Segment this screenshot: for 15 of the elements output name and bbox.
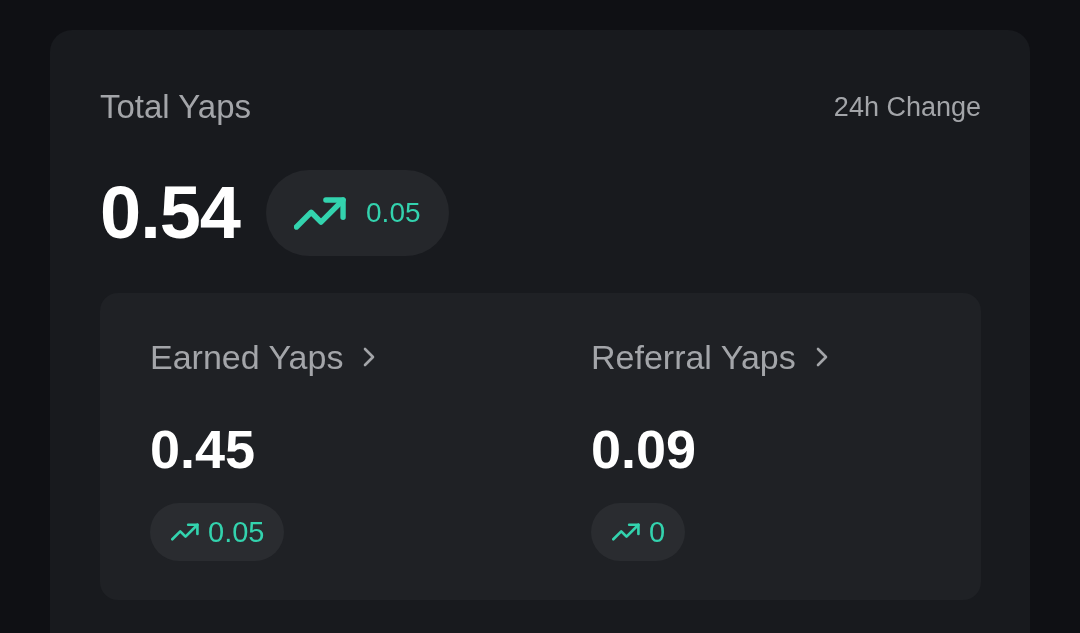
breakdown-link[interactable]: Referral Yaps	[591, 336, 828, 378]
change-value: 0.05	[366, 196, 421, 230]
trend-up-icon	[171, 523, 199, 541]
change-value: 0.05	[208, 515, 265, 550]
chevron-right-icon	[815, 347, 828, 367]
total-label: Total Yaps	[100, 87, 252, 127]
trend-up-icon	[612, 523, 640, 541]
change-period-label: 24h Change	[833, 91, 981, 124]
breakdown-value: 0.45	[150, 418, 256, 481]
change-value: 0	[649, 515, 666, 550]
trend-up-icon	[294, 196, 347, 230]
chevron-right-icon	[363, 347, 376, 367]
breakdown-value: 0.09	[591, 418, 697, 481]
breakdown-link[interactable]: Earned Yaps	[150, 336, 376, 378]
total-value: 0.54	[100, 170, 241, 256]
